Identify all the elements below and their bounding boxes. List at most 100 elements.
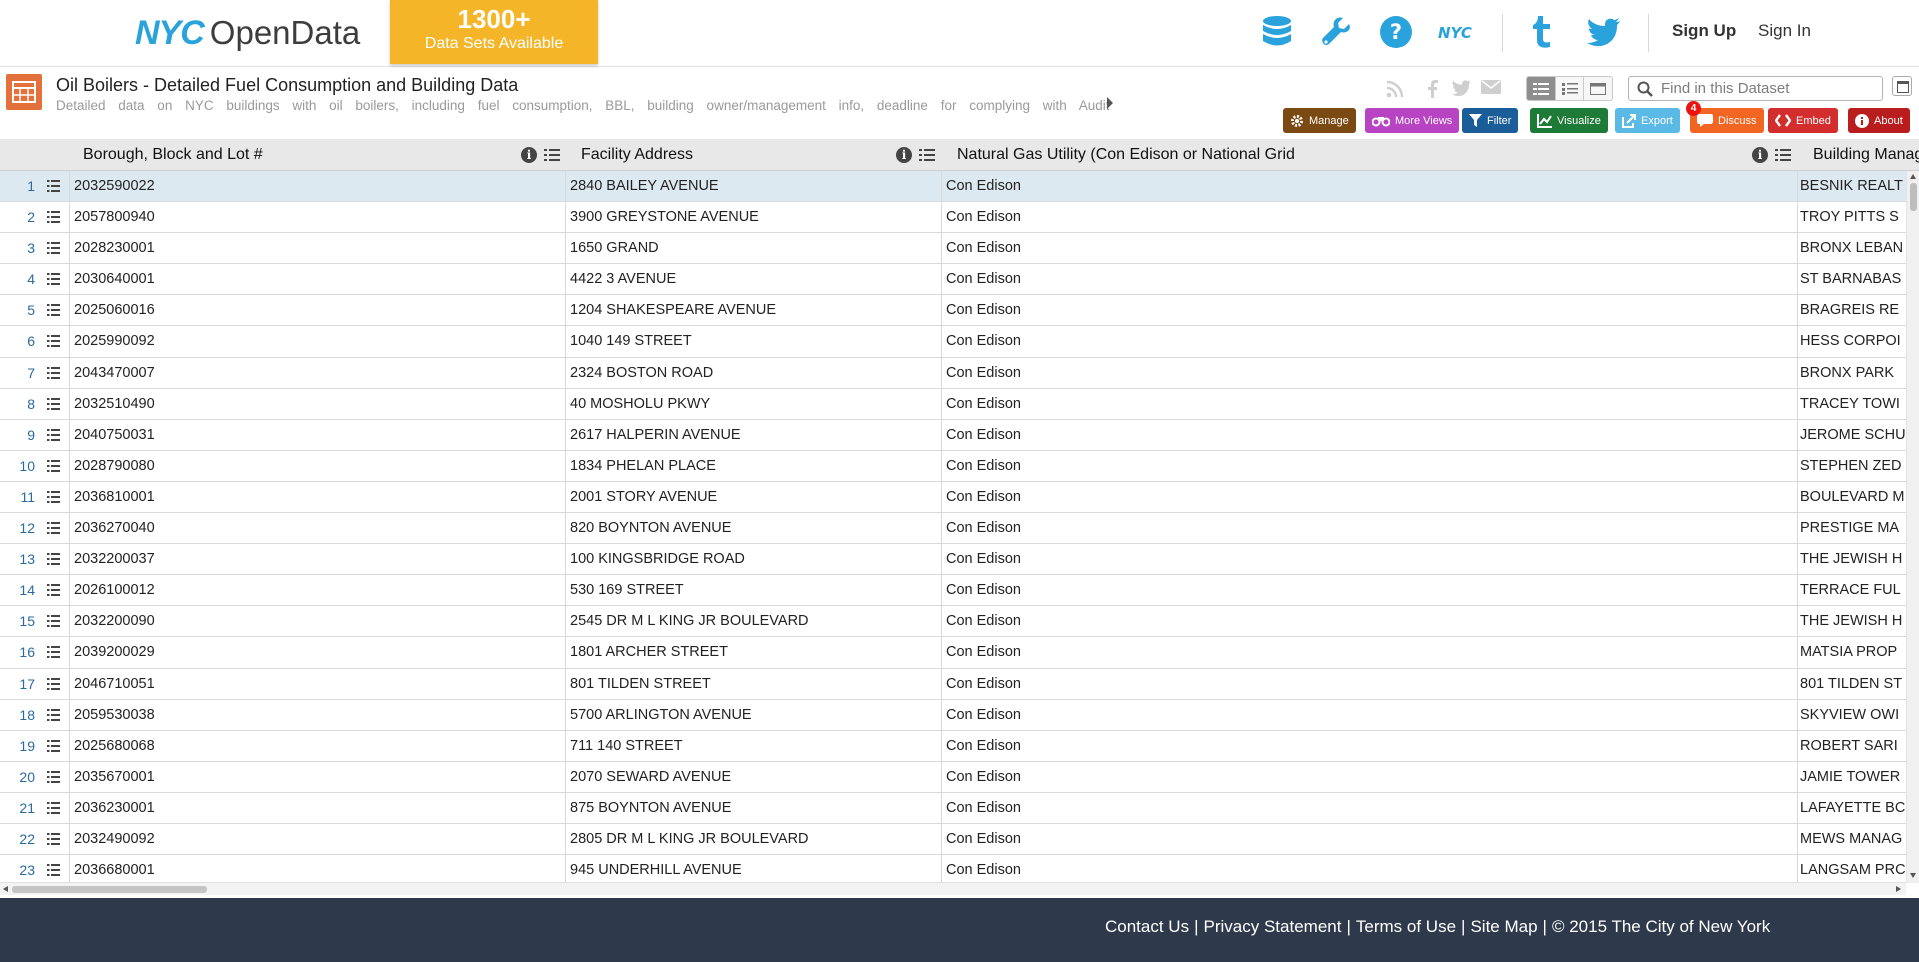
contact-us-link[interactable]: Contact Us <box>1105 917 1189 936</box>
cell-building-manager[interactable]: BESNIK REALT <box>1800 178 1910 194</box>
row-number[interactable]: 13 <box>0 551 35 567</box>
cell-facility-address[interactable]: 2324 BOSTON ROAD <box>570 365 936 381</box>
cell-bbl[interactable]: 2036230001 <box>74 800 558 816</box>
cell-building-manager[interactable]: THE JEWISH H <box>1800 551 1910 567</box>
cell-building-manager[interactable]: JEROME SCHU <box>1800 427 1910 443</box>
cell-facility-address[interactable]: 1801 ARCHER STREET <box>570 644 936 660</box>
cell-facility-address[interactable]: 2070 SEWARD AVENUE <box>570 769 936 785</box>
cell-bbl[interactable]: 2025060016 <box>74 302 558 318</box>
table-row[interactable]: 2 2057800940 3900 GREYSTONE AVENUE Con Edis… <box>0 202 1919 234</box>
row-menu-icon[interactable] <box>47 708 60 721</box>
cell-building-manager[interactable]: HESS CORPOI <box>1800 333 1910 349</box>
horizontal-scroll-thumb[interactable] <box>12 886 207 893</box>
filter-button[interactable]: Filter <box>1462 108 1519 133</box>
cell-bbl[interactable]: 2059530038 <box>74 707 558 723</box>
cell-bbl[interactable]: 2032510490 <box>74 396 558 412</box>
row-number[interactable]: 14 <box>0 582 35 598</box>
cell-gas-utility[interactable]: Con Edison <box>946 489 1796 505</box>
cell-bbl[interactable]: 2046710051 <box>74 676 558 692</box>
tumblr-icon[interactable] <box>1523 13 1561 51</box>
terms-of-use-link[interactable]: Terms of Use <box>1356 917 1456 936</box>
cell-bbl[interactable]: 2025680068 <box>74 738 558 754</box>
cell-facility-address[interactable]: 2545 DR M L KING JR BOULEVARD <box>570 613 936 629</box>
cell-gas-utility[interactable]: Con Edison <box>946 613 1796 629</box>
cell-bbl[interactable]: 2035670001 <box>74 769 558 785</box>
horizontal-scrollbar[interactable] <box>0 882 1906 895</box>
cell-building-manager[interactable]: LANGSAM PRC <box>1800 862 1910 878</box>
row-menu-icon[interactable] <box>47 397 60 410</box>
cell-facility-address[interactable]: 2840 BAILEY AVENUE <box>570 178 936 194</box>
cell-building-manager[interactable]: BOULEVARD M <box>1800 489 1910 505</box>
row-menu-icon[interactable] <box>47 646 60 659</box>
row-menu-icon[interactable] <box>47 864 60 877</box>
table-row[interactable]: 6 2025990092 1040 149 STREET Con Edison HESS… <box>0 326 1919 358</box>
table-row[interactable]: 21 2036230001 875 BOYNTON AVENUE Con Edison… <box>0 792 1919 824</box>
visualize-button[interactable]: Visualize <box>1530 108 1608 133</box>
cell-facility-address[interactable]: 2617 HALPERIN AVENUE <box>570 427 936 443</box>
cell-bbl[interactable]: 2030640001 <box>74 271 558 287</box>
cell-facility-address[interactable]: 3900 GREYSTONE AVENUE <box>570 209 936 225</box>
table-row[interactable]: 12 2036270040 820 BOYNTON AVENUE Con Edison… <box>0 513 1919 545</box>
cell-bbl[interactable]: 2026100012 <box>74 582 558 598</box>
cell-gas-utility[interactable]: Con Edison <box>946 520 1796 536</box>
sign-up-link[interactable]: Sign Up <box>1672 21 1736 41</box>
row-number[interactable]: 21 <box>0 800 35 816</box>
cell-bbl[interactable]: 2040750031 <box>74 427 558 443</box>
dataset-search-input[interactable] <box>1661 80 1871 97</box>
cell-building-manager[interactable]: ST BARNABAS <box>1800 271 1910 287</box>
row-menu-icon[interactable] <box>47 428 60 441</box>
row-number[interactable]: 5 <box>0 302 35 318</box>
cell-gas-utility[interactable]: Con Edison <box>946 427 1796 443</box>
manage-button[interactable]: Manage <box>1283 108 1356 133</box>
cell-building-manager[interactable]: BRONX PARK <box>1800 365 1910 381</box>
nyc-opendata-logo[interactable]: NYC OpenData <box>135 14 360 54</box>
cell-building-manager[interactable]: PRESTIGE MA <box>1800 520 1910 536</box>
facebook-icon[interactable] <box>1426 80 1438 102</box>
expand-description-icon[interactable] <box>1107 97 1113 109</box>
cell-building-manager[interactable]: BRONX LEBAN <box>1800 240 1910 256</box>
vertical-scroll-thumb[interactable] <box>1910 183 1917 211</box>
list-view-button[interactable] <box>1556 77 1585 100</box>
cell-facility-address[interactable]: 820 BOYNTON AVENUE <box>570 520 936 536</box>
table-row[interactable]: 5 2025060016 1204 SHAKESPEARE AVENUE Con Ed… <box>0 295 1919 327</box>
table-row[interactable]: 14 2026100012 530 169 STREET Con Edison TERR… <box>0 575 1919 607</box>
cell-building-manager[interactable]: 801 TILDEN ST <box>1800 676 1910 692</box>
row-number[interactable]: 1 <box>0 178 35 194</box>
row-menu-icon[interactable] <box>47 522 60 535</box>
nyc-logo-icon[interactable]: NYC <box>1437 13 1475 51</box>
cell-gas-utility[interactable]: Con Edison <box>946 271 1796 287</box>
sign-in-link[interactable]: Sign In <box>1758 21 1811 41</box>
row-menu-icon[interactable] <box>47 459 60 472</box>
row-number[interactable]: 9 <box>0 427 35 443</box>
row-menu-icon[interactable] <box>47 677 60 690</box>
row-number[interactable]: 15 <box>0 613 35 629</box>
row-number[interactable]: 4 <box>0 271 35 287</box>
cell-facility-address[interactable]: 1040 149 STREET <box>570 333 936 349</box>
cell-facility-address[interactable]: 801 TILDEN STREET <box>570 676 936 692</box>
cell-gas-utility[interactable]: Con Edison <box>946 800 1796 816</box>
row-menu-icon[interactable] <box>47 739 60 752</box>
cell-bbl[interactable]: 2025990092 <box>74 333 558 349</box>
cell-building-manager[interactable]: MEWS MANAG <box>1800 831 1910 847</box>
table-row[interactable]: 22 2032490092 2805 DR M L KING JR BOULEVAR… <box>0 823 1919 856</box>
cell-gas-utility[interactable]: Con Edison <box>946 644 1796 660</box>
cell-building-manager[interactable]: ROBERT SARI <box>1800 738 1910 754</box>
table-row[interactable]: 17 2046710051 801 TILDEN STREET Con Edison 8… <box>0 668 1919 700</box>
row-menu-icon[interactable] <box>47 273 60 286</box>
cell-building-manager[interactable]: TERRACE FUL <box>1800 582 1910 598</box>
cell-bbl[interactable]: 2039200029 <box>74 644 558 660</box>
column-header-bbl[interactable]: Borough, Block and Lot # <box>83 139 263 171</box>
table-row[interactable]: 11 2036810001 2001 STORY AVENUE Con Edison B… <box>0 481 1919 514</box>
twitter-icon[interactable] <box>1584 13 1622 51</box>
datasets-available-banner[interactable]: 1300+ Data Sets Available <box>390 0 598 64</box>
wrench-icon[interactable] <box>1317 13 1355 51</box>
row-menu-icon[interactable] <box>47 335 60 348</box>
cell-gas-utility[interactable]: Con Edison <box>946 862 1796 878</box>
row-number[interactable]: 16 <box>0 644 35 660</box>
table-row[interactable]: 10 2028790080 1834 PHELAN PLACE Con Edison S… <box>0 450 1919 482</box>
more-views-button[interactable]: More Views <box>1365 108 1460 133</box>
row-menu-icon[interactable] <box>47 211 60 224</box>
table-row[interactable]: 16 2039200029 1801 ARCHER STREET Con Edison… <box>0 637 1919 669</box>
cell-bbl[interactable]: 2043470007 <box>74 365 558 381</box>
table-row[interactable]: 19 2025680068 711 140 STREET Con Edison ROBE… <box>0 730 1919 762</box>
